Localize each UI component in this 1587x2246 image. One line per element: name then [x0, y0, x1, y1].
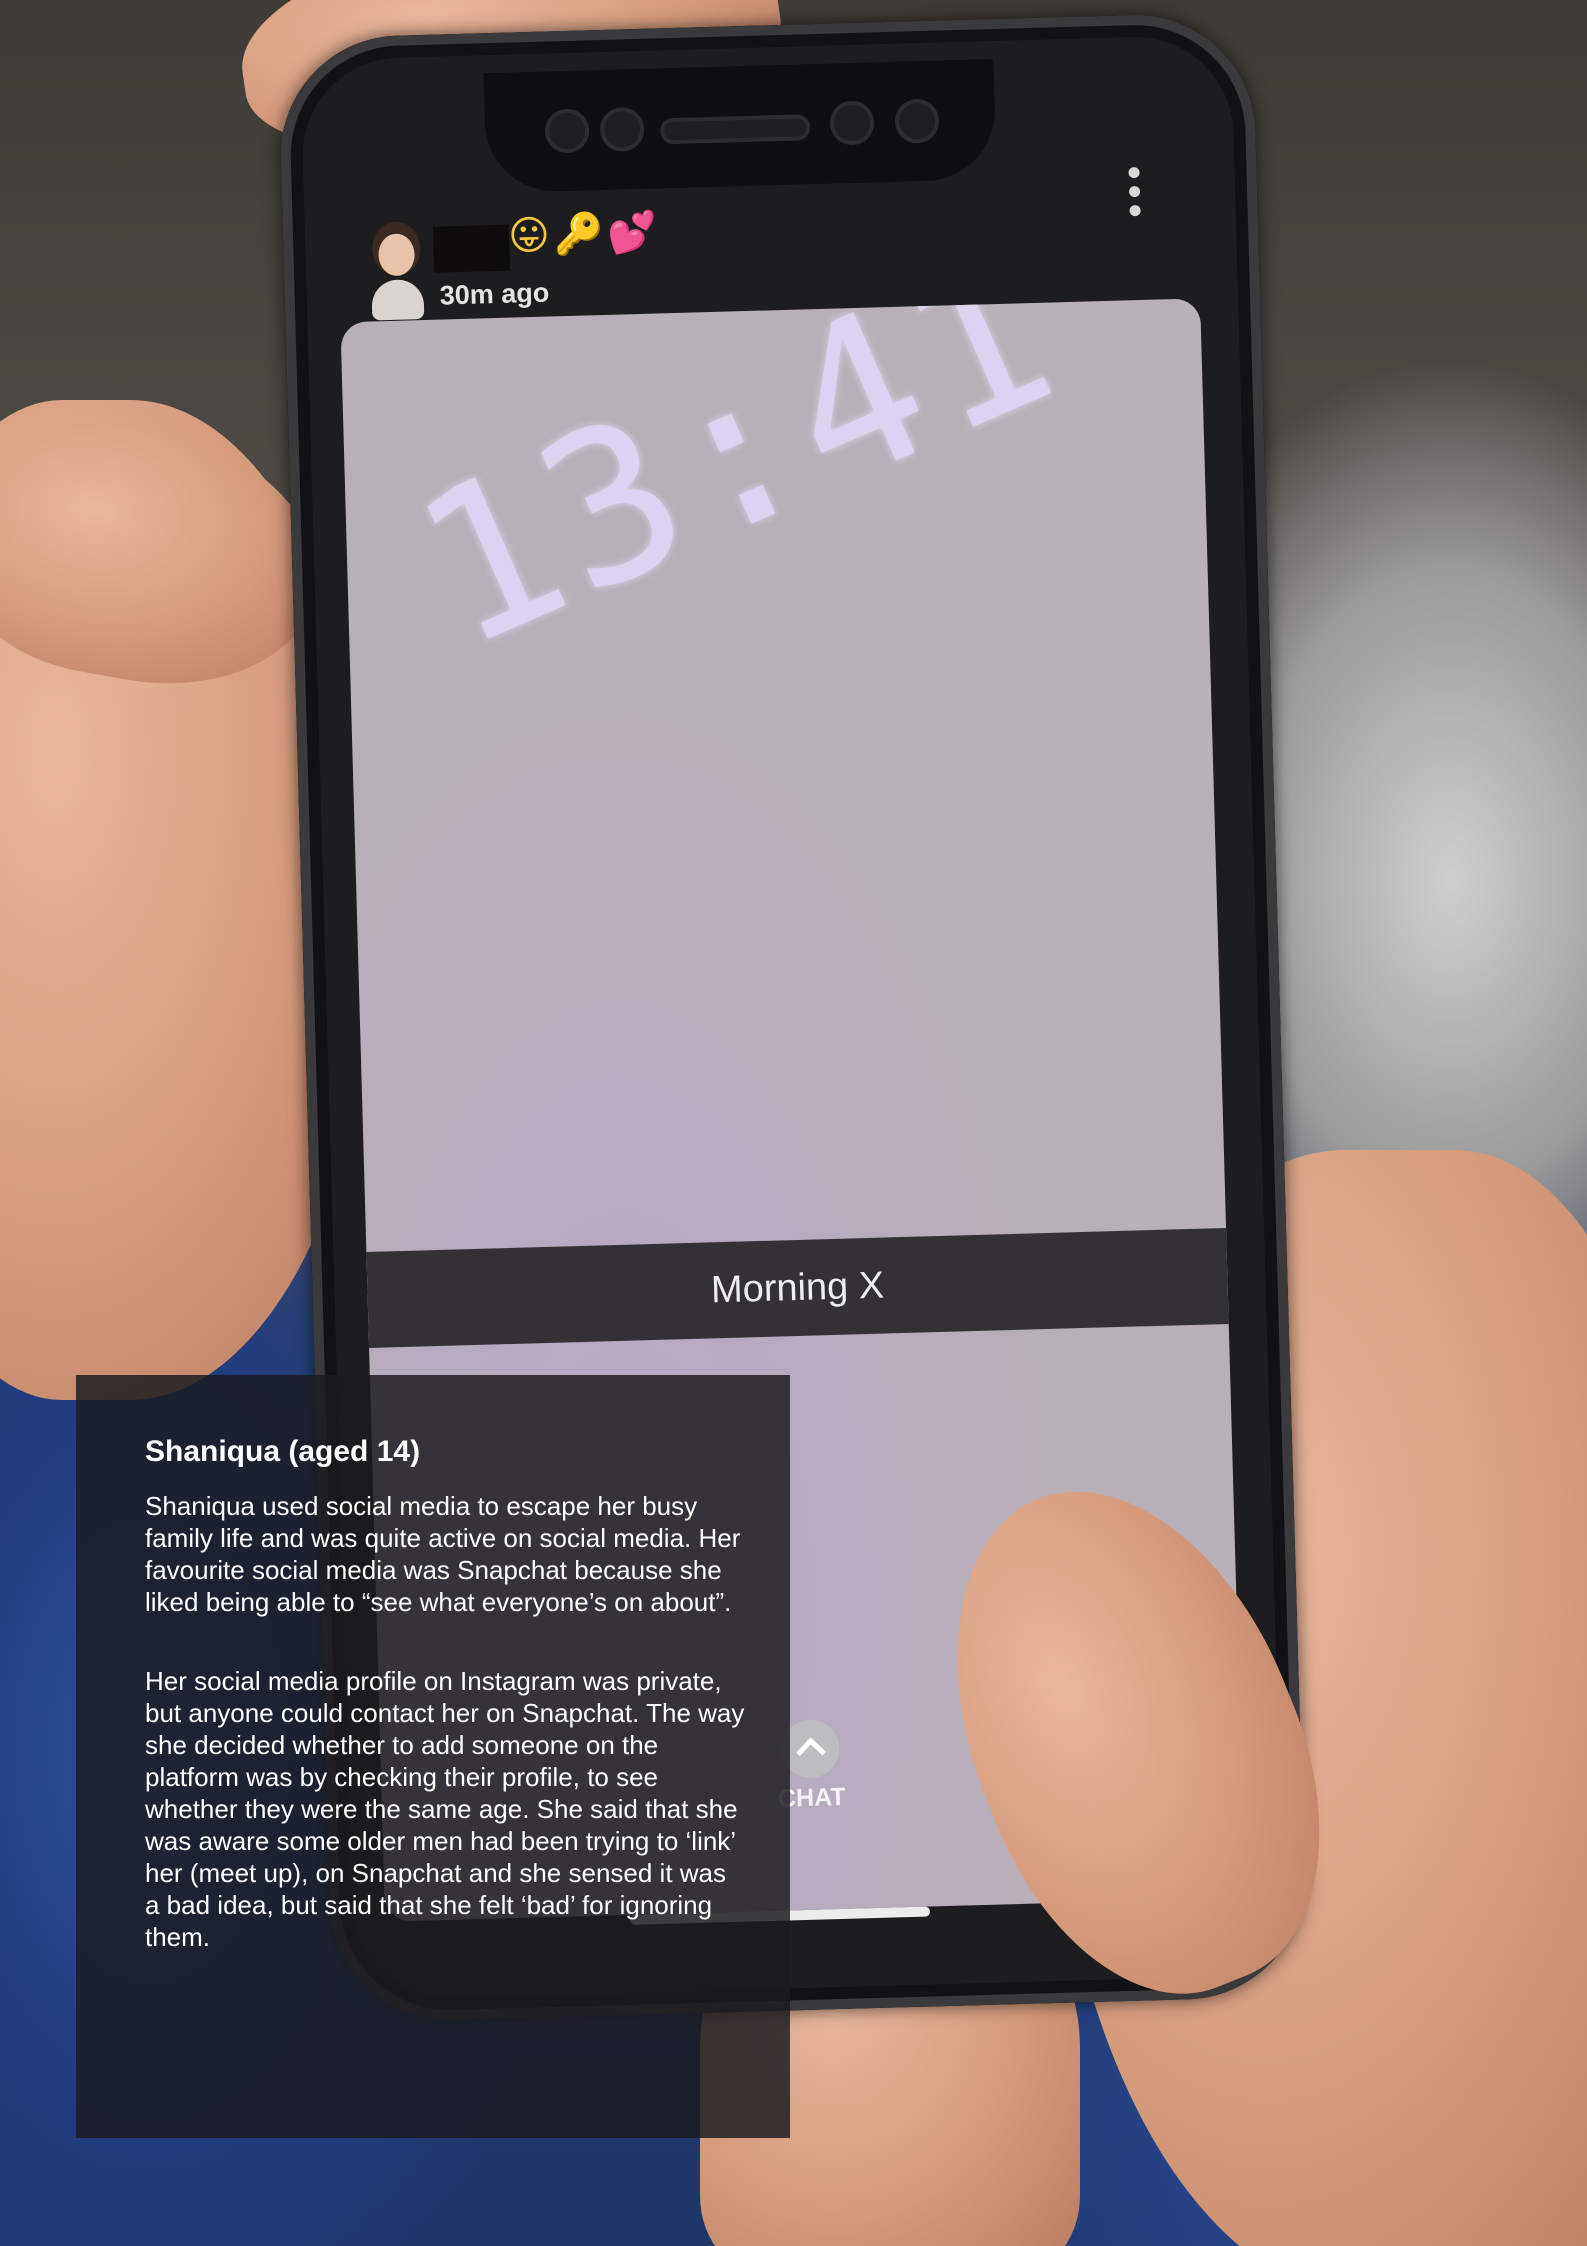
camera-icon	[894, 98, 940, 144]
phone-notch	[483, 59, 997, 194]
case-study-box: Shaniqua (aged 14) Shaniqua used social …	[76, 1375, 790, 2138]
redacted-username	[432, 224, 511, 273]
case-study-paragraph: Her social media profile on Instagram wa…	[145, 1666, 745, 1952]
clock-display: 13:41	[384, 298, 1090, 696]
case-study-title: Shaniqua (aged 14)	[145, 1435, 421, 1468]
vertical-dots-menu-icon[interactable]	[1126, 166, 1142, 223]
snap-caption: Morning X	[710, 1264, 885, 1311]
username-emojis: 😛🔑💕	[507, 209, 662, 260]
case-study-paragraph: Shaniqua used social media to escape her…	[145, 1491, 741, 1617]
sensor-icon	[599, 106, 645, 153]
speaker-slot	[659, 114, 811, 145]
camera-icon	[829, 100, 875, 146]
story-timestamp: 30m ago	[439, 277, 550, 311]
sensor-icon	[544, 108, 590, 154]
caption-bar: Morning X	[366, 1227, 1229, 1348]
bitmoji-avatar-icon[interactable]	[366, 233, 429, 327]
